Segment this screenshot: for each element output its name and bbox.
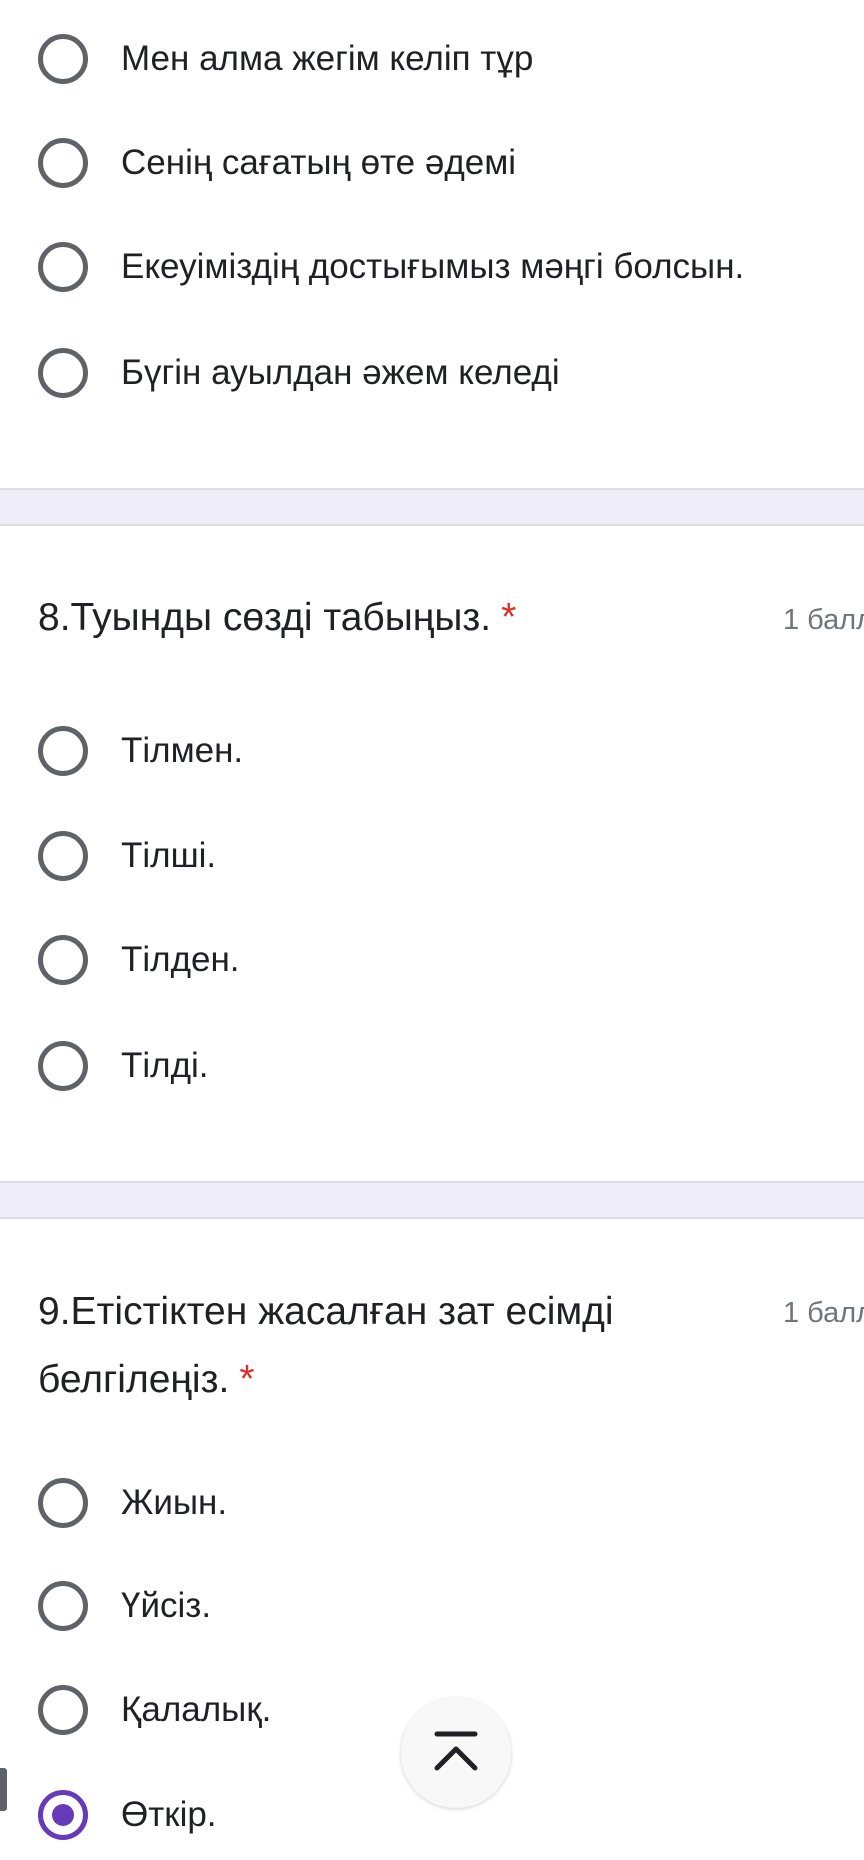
radio-button[interactable] bbox=[38, 138, 88, 188]
radio-button[interactable] bbox=[38, 348, 88, 398]
option-label: Үйсіз. bbox=[121, 1586, 212, 1625]
option-label: Өткір. bbox=[121, 1795, 217, 1834]
question-8-points: 1 балл bbox=[783, 604, 864, 636]
radio-button[interactable] bbox=[38, 831, 88, 881]
question-9-title: 9.Етістіктен жасалған зат есімді белгілең… bbox=[38, 1290, 614, 1401]
option-label: Тілден. bbox=[121, 940, 240, 979]
q7-option-2[interactable]: Сенің сағатың өте әдемі bbox=[0, 118, 864, 208]
q7-option-4[interactable]: Бүгін ауылдан әжем келеді bbox=[0, 328, 864, 418]
option-label: Тілші. bbox=[121, 836, 217, 875]
section-divider bbox=[0, 1181, 864, 1219]
radio-button[interactable] bbox=[38, 1041, 88, 1091]
section-divider bbox=[0, 488, 864, 526]
required-asterisk: * bbox=[501, 596, 517, 639]
question-8-title: 8.Туынды сөзді табыңыз. * bbox=[38, 596, 517, 639]
q8-option-2[interactable]: Тілші. bbox=[0, 811, 864, 901]
required-asterisk: * bbox=[239, 1358, 255, 1401]
radio-button[interactable] bbox=[38, 1478, 88, 1528]
radio-selected-dot bbox=[52, 1804, 74, 1826]
option-label: Екеуіміздің достығымыз мәңгі болсын. bbox=[121, 247, 745, 286]
radio-button[interactable] bbox=[38, 1581, 88, 1631]
chevron-up-to-top-icon bbox=[434, 1731, 478, 1771]
radio-button-selected[interactable] bbox=[38, 1790, 88, 1840]
scroll-to-top-button[interactable] bbox=[401, 1698, 511, 1808]
option-label: Жиын. bbox=[121, 1483, 228, 1522]
option-label: Тілмен. bbox=[121, 731, 244, 770]
q8-option-4[interactable]: Тілді. bbox=[0, 1021, 864, 1111]
option-label: Мен алма жегім келіп тұр bbox=[121, 39, 534, 78]
q9-option-1[interactable]: Жиын. bbox=[0, 1458, 864, 1548]
radio-button[interactable] bbox=[38, 726, 88, 776]
option-label: Қалалық. bbox=[121, 1690, 272, 1729]
q8-option-1[interactable]: Тілмен. bbox=[0, 706, 864, 796]
q7-option-3[interactable]: Екеуіміздің достығымыз мәңгі болсын. bbox=[0, 222, 864, 312]
q7-option-1[interactable]: Мен алма жегім келіп тұр bbox=[0, 14, 864, 104]
q8-option-3[interactable]: Тілден. bbox=[0, 915, 864, 1005]
option-label: Бүгін ауылдан әжем келеді bbox=[121, 353, 560, 392]
q9-option-2[interactable]: Үйсіз. bbox=[0, 1561, 864, 1651]
edge-handle[interactable] bbox=[0, 1768, 7, 1811]
option-label: Тілді. bbox=[121, 1046, 209, 1085]
radio-button[interactable] bbox=[38, 935, 88, 985]
option-label: Сенің сағатың өте әдемі bbox=[121, 143, 517, 182]
question-9-points: 1 балл bbox=[783, 1297, 864, 1329]
radio-button[interactable] bbox=[38, 242, 88, 292]
radio-button[interactable] bbox=[38, 34, 88, 84]
radio-button[interactable] bbox=[38, 1685, 88, 1735]
